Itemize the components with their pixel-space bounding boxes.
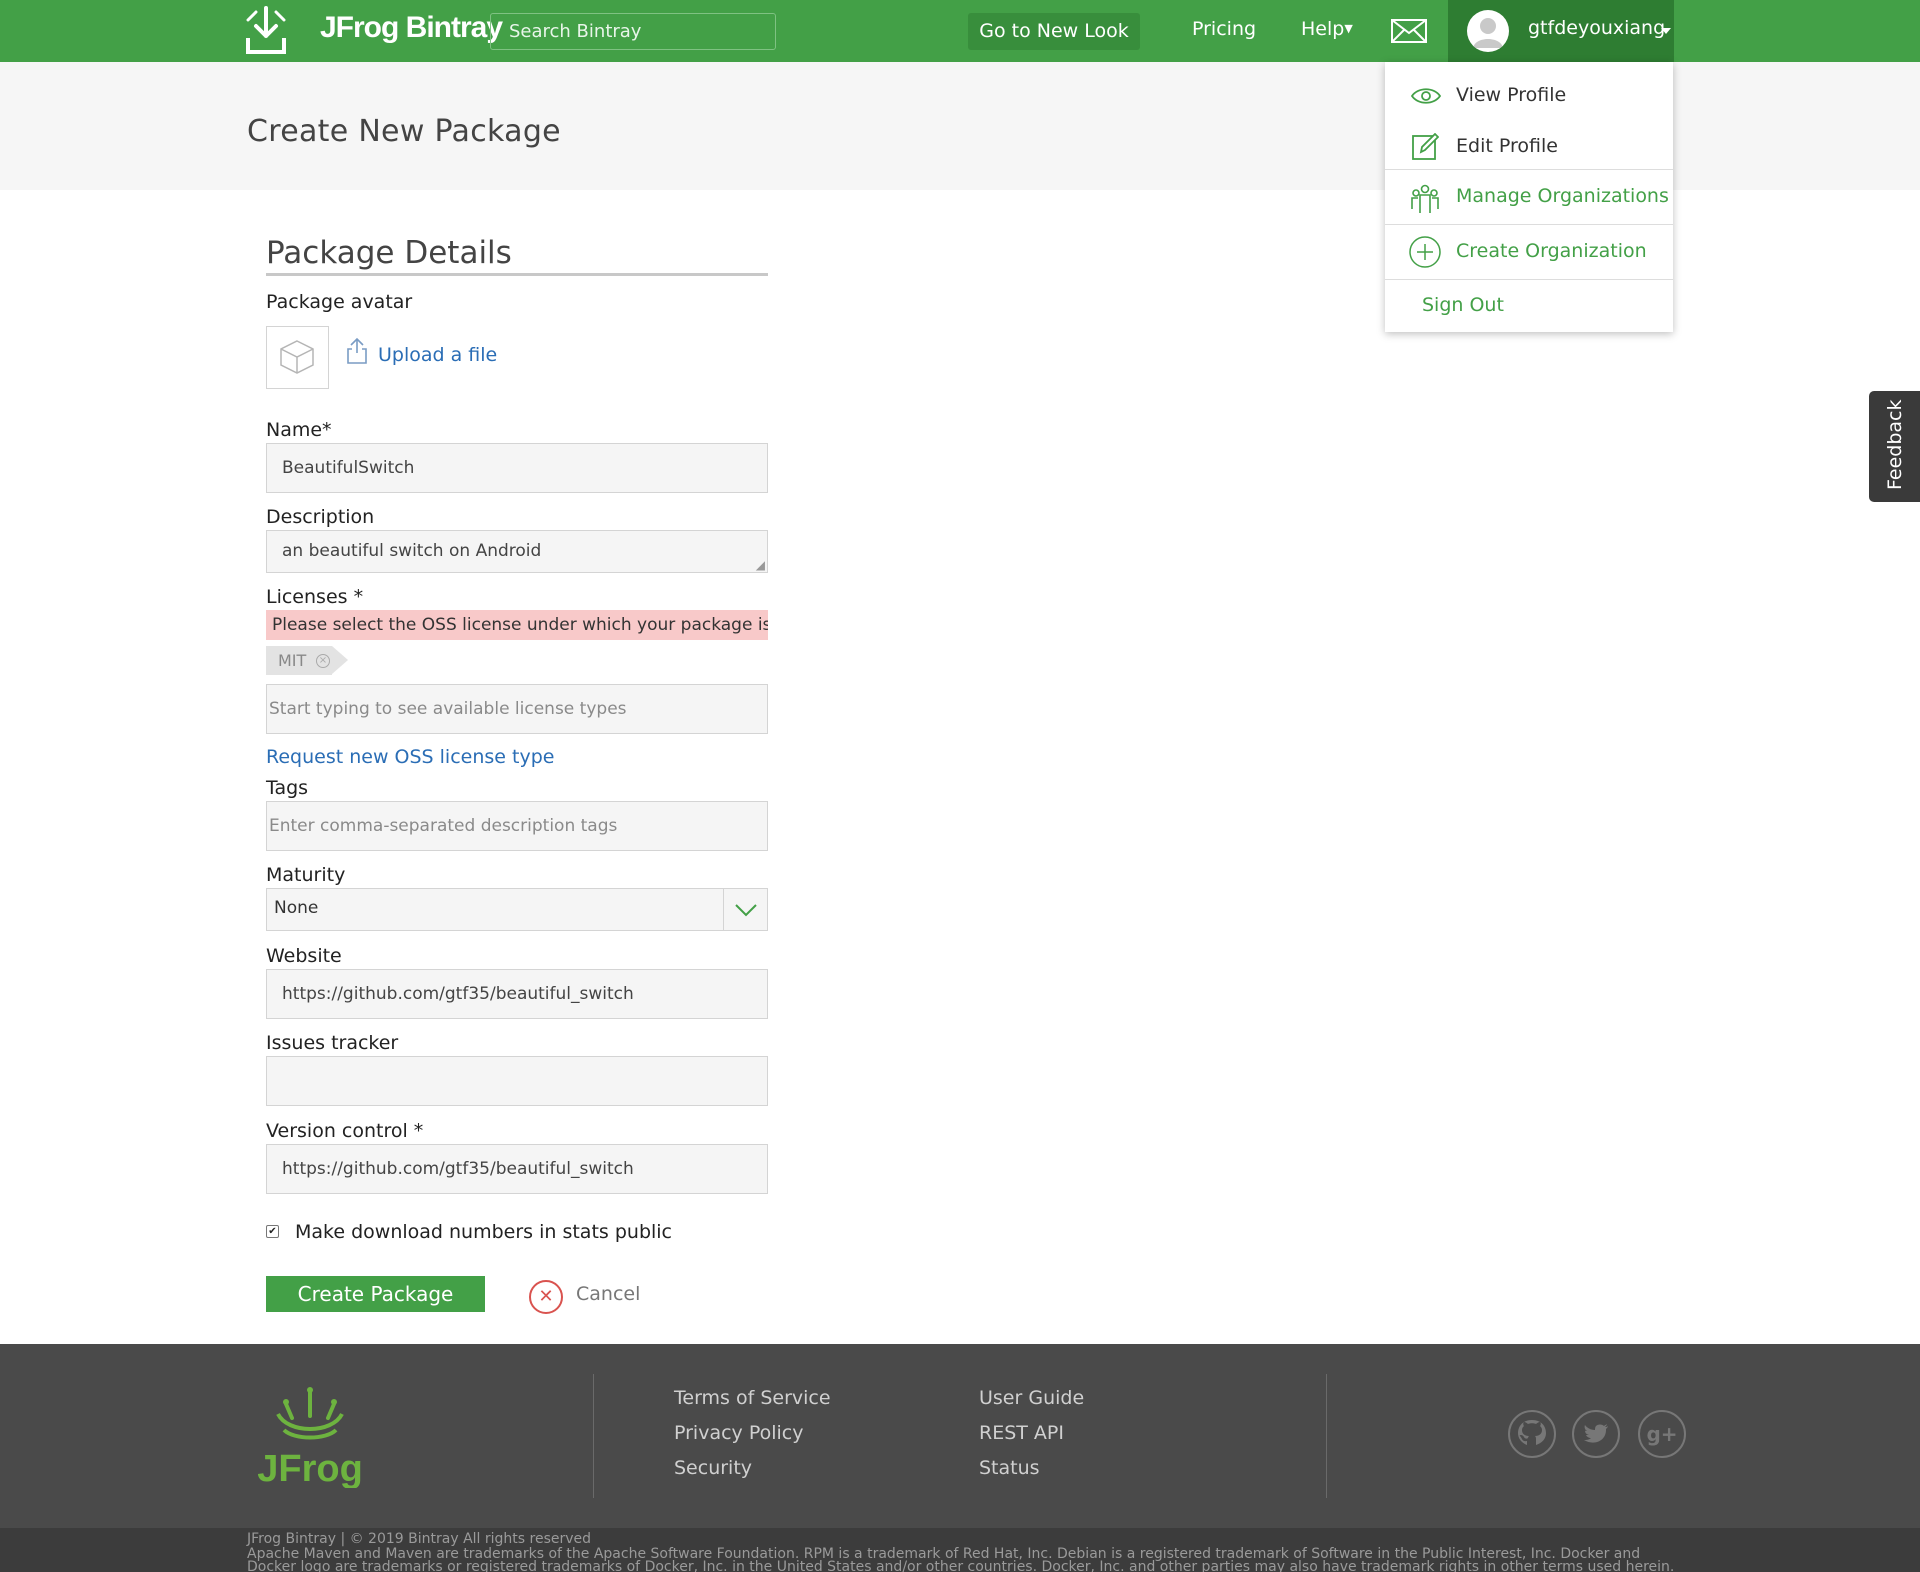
- mail-icon[interactable]: [1391, 19, 1427, 47]
- menu-divider: [1385, 169, 1673, 170]
- menu-item-sign-out[interactable]: Sign Out: [1385, 280, 1673, 330]
- section-divider: [266, 273, 768, 276]
- pricing-link[interactable]: Pricing: [1192, 18, 1256, 40]
- page-title: Create New Package: [247, 114, 561, 149]
- organizations-icon: [1411, 183, 1439, 213]
- menu-divider: [1385, 224, 1673, 225]
- terms-link[interactable]: Terms of Service: [674, 1387, 831, 1409]
- menu-label: Sign Out: [1422, 294, 1504, 316]
- caret-down-icon: ▼: [1344, 22, 1353, 35]
- section-title: Package Details: [266, 235, 512, 271]
- menu-item-manage-organizations[interactable]: Manage Organizations: [1385, 171, 1673, 221]
- search-input[interactable]: [490, 13, 776, 50]
- name-input[interactable]: [266, 443, 768, 493]
- issues-tracker-label: Issues tracker: [266, 1032, 399, 1054]
- cancel-icon[interactable]: ✕: [529, 1280, 563, 1314]
- google-plus-icon[interactable]: g+: [1638, 1410, 1686, 1458]
- license-search-input[interactable]: [266, 684, 768, 734]
- maturity-label: Maturity: [266, 864, 346, 886]
- version-control-input[interactable]: [266, 1144, 768, 1194]
- stats-public-checkbox[interactable]: ✔: [266, 1225, 279, 1238]
- tags-input[interactable]: [266, 801, 768, 851]
- stats-public-label: Make download numbers in stats public: [295, 1221, 673, 1243]
- chevron-down-icon[interactable]: [733, 898, 759, 924]
- description-value: an beautiful switch on Android: [282, 541, 542, 561]
- help-menu[interactable]: Help▼: [1301, 18, 1353, 40]
- website-input[interactable]: [266, 969, 768, 1019]
- menu-label: Manage Organizations: [1456, 185, 1669, 207]
- help-label: Help: [1301, 18, 1345, 40]
- plus-circle-icon: [1409, 236, 1441, 268]
- footer-divider: [593, 1374, 594, 1498]
- maturity-value: None: [274, 898, 319, 918]
- menu-item-create-organization[interactable]: Create Organization: [1385, 226, 1673, 276]
- rest-api-link[interactable]: REST API: [979, 1422, 1064, 1444]
- trademark-text: Apache Maven and Maven are trademarks of…: [247, 1546, 1675, 1572]
- user-guide-link[interactable]: User Guide: [979, 1387, 1084, 1409]
- tags-label: Tags: [266, 777, 309, 799]
- menu-label: Edit Profile: [1456, 135, 1558, 157]
- website-label: Website: [266, 945, 342, 967]
- remove-license-icon[interactable]: ×: [316, 654, 330, 668]
- security-link[interactable]: Security: [674, 1457, 752, 1479]
- issues-tracker-input[interactable]: [266, 1056, 768, 1106]
- user-dropdown-menu: View Profile Edit Profile Manage Organiz…: [1385, 62, 1673, 332]
- name-label: Name*: [266, 419, 332, 441]
- description-label: Description: [266, 506, 375, 528]
- twitter-icon[interactable]: [1572, 1410, 1620, 1458]
- feedback-label[interactable]: Feedback: [1884, 400, 1906, 490]
- version-control-label: Version control *: [266, 1120, 424, 1142]
- upload-icon[interactable]: [346, 337, 368, 369]
- jfrog-logo[interactable]: JFrog: [257, 1384, 363, 1492]
- avatar[interactable]: [1467, 10, 1509, 52]
- caret-down-icon[interactable]: [1661, 28, 1671, 34]
- maturity-select[interactable]: [266, 888, 768, 931]
- footer-logo-text: JFrog: [258, 1448, 362, 1488]
- eye-icon: [1410, 82, 1442, 110]
- privacy-link[interactable]: Privacy Policy: [674, 1422, 803, 1444]
- avatar-label: Package avatar: [266, 291, 413, 313]
- menu-label: Create Organization: [1456, 240, 1647, 262]
- footer-divider: [1326, 1374, 1327, 1498]
- go-to-new-look-button[interactable]: Go to New Look: [968, 13, 1140, 50]
- edit-icon: [1411, 132, 1440, 161]
- licenses-label: Licenses *: [266, 586, 364, 608]
- request-license-link[interactable]: Request new OSS license type: [266, 746, 554, 768]
- menu-label: View Profile: [1456, 84, 1567, 106]
- bintray-logo-icon[interactable]: [244, 6, 288, 56]
- package-avatar-placeholder: [266, 326, 329, 389]
- license-tag-arrow: [332, 646, 348, 674]
- license-warning: Please select the OSS license under whic…: [266, 610, 768, 640]
- github-icon[interactable]: [1508, 1410, 1556, 1458]
- username-label[interactable]: gtfdeyouxiang: [1528, 17, 1665, 39]
- menu-item-view-profile[interactable]: View Profile: [1385, 70, 1673, 120]
- status-link[interactable]: Status: [979, 1457, 1040, 1479]
- menu-item-edit-profile[interactable]: Edit Profile: [1385, 121, 1673, 171]
- description-textarea[interactable]: an beautiful switch on Android ◢: [266, 530, 768, 573]
- brand-name[interactable]: JFrog Bintray: [320, 11, 503, 45]
- copyright-text: JFrog Bintray | © 2019 Bintray All right…: [247, 1531, 592, 1547]
- cancel-button[interactable]: Cancel: [576, 1283, 640, 1305]
- package-box-icon: [280, 340, 314, 374]
- select-divider: [723, 889, 724, 930]
- resize-handle-icon[interactable]: ◢: [756, 545, 765, 586]
- upload-file-link[interactable]: Upload a file: [378, 344, 497, 366]
- create-package-button[interactable]: Create Package: [266, 1276, 485, 1312]
- svg-text:g+: g+: [1646, 1422, 1677, 1446]
